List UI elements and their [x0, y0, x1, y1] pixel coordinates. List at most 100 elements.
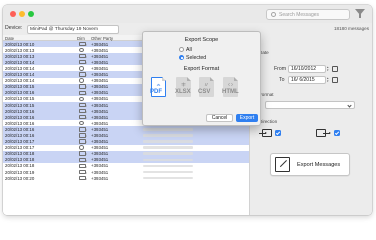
export-messages-button[interactable]: Export Messages [270, 153, 350, 176]
export-icon [275, 157, 290, 172]
row-date: 20/02/13 00:15 [5, 96, 35, 102]
pdf-file-icon[interactable]: PDF [150, 77, 166, 97]
outgoing-message-icon [79, 151, 87, 156]
outgoing-message-icon [79, 60, 87, 65]
to-date-stepper[interactable]: ▴ ▾ [327, 76, 330, 84]
search-input[interactable]: Search Messages [266, 9, 350, 20]
row-message-preview [143, 158, 193, 162]
close-window-button[interactable] [10, 11, 16, 17]
format-section-title: Format [259, 92, 274, 97]
calendar-icon[interactable] [332, 66, 338, 72]
minimize-window-button[interactable] [19, 11, 25, 17]
row-other-party: +393451 [91, 145, 109, 151]
row-message-preview [143, 176, 193, 180]
from-label: From [274, 66, 287, 72]
incoming-message-icon [79, 47, 84, 53]
column-header-date[interactable]: Date [5, 36, 14, 41]
outgoing-message-icon [79, 175, 87, 181]
row-message-preview [143, 134, 193, 137]
incoming-arrow-icon [259, 131, 267, 134]
format-select[interactable] [265, 101, 355, 109]
zoom-window-button[interactable] [28, 11, 34, 17]
row-other-party: +393451 [91, 108, 109, 114]
outgoing-message-icon [79, 133, 87, 138]
outgoing-checkbox[interactable] [334, 130, 340, 136]
calendar-icon[interactable] [332, 77, 338, 83]
row-date: 20/02/13 00:10 [5, 41, 35, 47]
incoming-checkbox[interactable] [275, 130, 281, 136]
export-format-title: Export Format [183, 66, 220, 72]
scope-all-label: All [186, 47, 192, 53]
row-other-party: +393451 [91, 133, 109, 138]
export-button[interactable]: Export [236, 114, 258, 122]
from-date-stepper[interactable]: ▴ ▾ [327, 65, 330, 73]
scope-all-radio[interactable] [179, 47, 184, 52]
row-date: 20/02/13 00:18 [5, 163, 35, 169]
outgoing-message-icon [79, 169, 87, 175]
csv-file-icon[interactable]: CSV [198, 77, 214, 97]
from-date-field[interactable]: 16/10/2012 [288, 65, 326, 73]
direction-section-title: Direction [259, 119, 278, 124]
row-other-party: +393451 [91, 53, 109, 59]
to-date-field[interactable]: 16/ 6/2015 [288, 76, 326, 84]
export-options-pane: Date From 16/10/2012 ▴ ▾ To 16/ 6/2015 ▴ ▾… [249, 35, 372, 215]
row-date: 20/02/13 00:17 [5, 139, 35, 145]
row-date: 20/02/13 00:16 [5, 133, 35, 138]
row-other-party: +393451 [91, 96, 109, 102]
outgoing-message-icon [79, 72, 87, 77]
row-message-preview [143, 152, 193, 155]
row-date: 20/02/13 00:14 [5, 72, 35, 78]
row-date: 20/02/13 00:20 [5, 175, 35, 181]
xlsx-format-label: XLSX [175, 89, 191, 95]
row-other-party: +393451 [91, 84, 109, 90]
row-message-preview [143, 146, 193, 149]
device-select[interactable]: MiniPad @ Thursday 19 Novem [27, 25, 119, 34]
pdf-page-fold [162, 77, 166, 81]
cancel-button[interactable]: Cancel [206, 114, 233, 122]
row-message-preview [143, 140, 193, 143]
row-other-party: +393451 [91, 72, 109, 78]
filter-icon-stem [359, 14, 361, 18]
row-other-party: +393451 [91, 139, 109, 145]
row-other-party: +393451 [91, 163, 109, 169]
column-header-other-party[interactable]: Other Party [91, 36, 113, 41]
outgoing-message-icon [79, 127, 87, 132]
outgoing-message-icon [79, 41, 87, 47]
row-date: 20/02/13 00:14 [5, 78, 35, 84]
search-placeholder: Search Messages [279, 12, 320, 18]
row-other-party: +393451 [91, 41, 109, 47]
csv-format-label: CSV [198, 89, 211, 95]
row-message-preview [143, 128, 193, 131]
chevron-down-icon [347, 103, 352, 108]
table-row[interactable]: 20/02/13 00:20 +393451 [3, 175, 249, 181]
row-other-party: +393451 [91, 114, 109, 120]
row-other-party: +393451 [91, 47, 109, 53]
device-label: Device: [5, 25, 23, 31]
scope-selected-label: Selected [186, 55, 207, 61]
row-date: 20/02/13 00:18 [5, 151, 35, 157]
outgoing-message-icon [79, 114, 87, 120]
row-message-preview [143, 170, 193, 174]
html-page-fold [234, 77, 238, 81]
row-date: 20/02/13 00:14 [5, 59, 35, 65]
incoming-message-icon [79, 66, 84, 71]
row-other-party: +393451 [91, 126, 109, 132]
outgoing-message-icon [316, 129, 331, 137]
scope-selected-radio[interactable] [179, 55, 184, 60]
row-date: 20/02/13 00:15 [5, 102, 35, 108]
html-file-icon[interactable]: HTML [222, 77, 239, 97]
export-dialog: Export Scope All Selected Export Format … [142, 31, 261, 126]
row-date: 20/02/13 00:15 [5, 84, 35, 90]
xlsx-file-icon[interactable]: XLSX [175, 77, 191, 97]
row-date: 20/02/13 00:13 [5, 47, 35, 53]
pdf-glyph-icon [156, 83, 161, 87]
row-message-preview [143, 164, 193, 168]
search-icon [271, 12, 276, 17]
column-header-direction[interactable]: Dirn [77, 36, 85, 41]
csv-glyph-icon [204, 82, 208, 87]
row-other-party: +393451 [91, 157, 109, 163]
export-scope-title: Export Scope [184, 37, 219, 43]
xlsx-glyph-icon [181, 82, 186, 87]
row-other-party: +393451 [91, 151, 109, 157]
row-date: 20/02/13 00:14 [5, 65, 35, 71]
